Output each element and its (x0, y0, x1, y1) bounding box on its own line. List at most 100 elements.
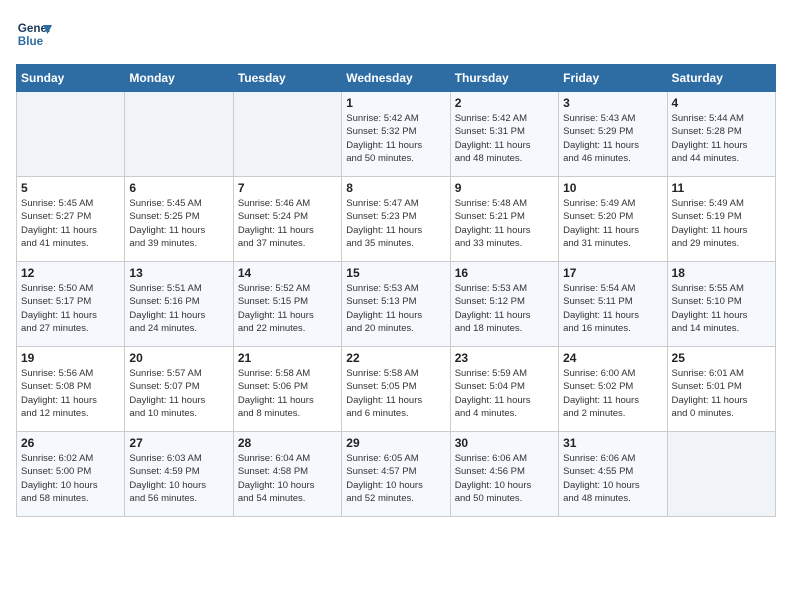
cell-info: Sunrise: 5:54 AMSunset: 5:11 PMDaylight:… (563, 282, 662, 335)
cell-info: Sunrise: 5:53 AMSunset: 5:12 PMDaylight:… (455, 282, 554, 335)
calendar-cell: 26 Sunrise: 6:02 AMSunset: 5:00 PMDayligh… (17, 432, 125, 517)
calendar-cell: 14Sunrise: 5:52 AMSunset: 5:15 PMDayligh… (233, 262, 341, 347)
cell-info: Sunrise: 5:45 AMSunset: 5:27 PMDaylight:… (21, 197, 120, 250)
calendar-cell: 29Sunrise: 6:05 AMSunset: 4:57 PMDayligh… (342, 432, 450, 517)
cell-date: 1 (346, 96, 445, 110)
cell-info: Sunrise: 6:04 AMSunset: 4:58 PMDaylight:… (238, 452, 337, 505)
cell-info: Sunrise: 5:48 AMSunset: 5:21 PMDaylight:… (455, 197, 554, 250)
calendar-cell: 19 Sunrise: 5:56 AMSunset: 5:08 PMDayligh… (17, 347, 125, 432)
cell-info: Sunrise: 6:03 AMSunset: 4:59 PMDaylight:… (129, 452, 228, 505)
calendar-cell: 13Sunrise: 5:51 AMSunset: 5:16 PMDayligh… (125, 262, 233, 347)
cell-date: 7 (238, 181, 337, 195)
cell-info: Sunrise: 6:02 AMSunset: 5:00 PMDaylight:… (21, 452, 120, 505)
cell-info: Sunrise: 5:57 AMSunset: 5:07 PMDaylight:… (129, 367, 228, 420)
cell-info: Sunrise: 5:43 AMSunset: 5:29 PMDaylight:… (563, 112, 662, 165)
calendar-cell: 22 Sunrise: 5:58 AMSunset: 5:05 PMDayligh… (342, 347, 450, 432)
calendar-cell: 24 Sunrise: 6:00 AMSunset: 5:02 PMDayligh… (559, 347, 667, 432)
calendar-cell: 20 Sunrise: 5:57 AMSunset: 5:07 PMDayligh… (125, 347, 233, 432)
cell-date: 10 (563, 181, 662, 195)
logo-icon: General Blue (16, 16, 52, 52)
cell-info: Sunrise: 5:58 AMSunset: 5:06 PMDaylight:… (238, 367, 337, 420)
weekday-header-wednesday: Wednesday (342, 65, 450, 92)
calendar-week-3: 12Sunrise: 5:50 AMSunset: 5:17 PMDayligh… (17, 262, 776, 347)
page-header: General Blue (16, 16, 776, 52)
cell-date: 31 (563, 436, 662, 450)
cell-date: 9 (455, 181, 554, 195)
calendar-cell: 5 Sunrise: 5:45 AMSunset: 5:27 PMDaylight… (17, 177, 125, 262)
cell-info: Sunrise: 5:56 AMSunset: 5:08 PMDaylight:… (21, 367, 120, 420)
cell-date: 24 (563, 351, 662, 365)
cell-date: 18 (672, 266, 771, 280)
cell-date: 12 (21, 266, 120, 280)
calendar-cell: 8 Sunrise: 5:47 AMSunset: 5:23 PMDaylight… (342, 177, 450, 262)
cell-date: 21 (238, 351, 337, 365)
calendar-cell: 12Sunrise: 5:50 AMSunset: 5:17 PMDayligh… (17, 262, 125, 347)
weekday-header-friday: Friday (559, 65, 667, 92)
calendar-week-5: 26 Sunrise: 6:02 AMSunset: 5:00 PMDayligh… (17, 432, 776, 517)
cell-info: Sunrise: 5:58 AMSunset: 5:05 PMDaylight:… (346, 367, 445, 420)
calendar-week-1: 1Sunrise: 5:42 AMSunset: 5:32 PMDaylight… (17, 92, 776, 177)
calendar-cell: 9 Sunrise: 5:48 AMSunset: 5:21 PMDaylight… (450, 177, 558, 262)
calendar-cell: 6 Sunrise: 5:45 AMSunset: 5:25 PMDaylight… (125, 177, 233, 262)
cell-date: 16 (455, 266, 554, 280)
logo: General Blue (16, 16, 52, 52)
calendar-cell (125, 92, 233, 177)
calendar-cell: 7 Sunrise: 5:46 AMSunset: 5:24 PMDaylight… (233, 177, 341, 262)
cell-info: Sunrise: 6:06 AMSunset: 4:55 PMDaylight:… (563, 452, 662, 505)
calendar-cell: 11 Sunrise: 5:49 AMSunset: 5:19 PMDayligh… (667, 177, 775, 262)
weekday-header-thursday: Thursday (450, 65, 558, 92)
cell-info: Sunrise: 5:46 AMSunset: 5:24 PMDaylight:… (238, 197, 337, 250)
cell-date: 19 (21, 351, 120, 365)
cell-date: 8 (346, 181, 445, 195)
calendar-cell: 30Sunrise: 6:06 AMSunset: 4:56 PMDayligh… (450, 432, 558, 517)
cell-date: 2 (455, 96, 554, 110)
calendar-week-4: 19 Sunrise: 5:56 AMSunset: 5:08 PMDayligh… (17, 347, 776, 432)
calendar-cell: 3 Sunrise: 5:43 AMSunset: 5:29 PMDaylight… (559, 92, 667, 177)
cell-date: 11 (672, 181, 771, 195)
cell-info: Sunrise: 5:53 AMSunset: 5:13 PMDaylight:… (346, 282, 445, 335)
cell-date: 15 (346, 266, 445, 280)
cell-date: 28 (238, 436, 337, 450)
calendar-cell: 16 Sunrise: 5:53 AMSunset: 5:12 PMDayligh… (450, 262, 558, 347)
cell-info: Sunrise: 5:59 AMSunset: 5:04 PMDaylight:… (455, 367, 554, 420)
cell-date: 3 (563, 96, 662, 110)
calendar-cell: 28 Sunrise: 6:04 AMSunset: 4:58 PMDayligh… (233, 432, 341, 517)
calendar-cell: 27 Sunrise: 6:03 AMSunset: 4:59 PMDayligh… (125, 432, 233, 517)
calendar-cell: 1Sunrise: 5:42 AMSunset: 5:32 PMDaylight… (342, 92, 450, 177)
cell-info: Sunrise: 5:42 AMSunset: 5:31 PMDaylight:… (455, 112, 554, 165)
weekday-header-monday: Monday (125, 65, 233, 92)
cell-info: Sunrise: 5:51 AMSunset: 5:16 PMDaylight:… (129, 282, 228, 335)
cell-date: 23 (455, 351, 554, 365)
cell-info: Sunrise: 5:44 AMSunset: 5:28 PMDaylight:… (672, 112, 771, 165)
cell-date: 29 (346, 436, 445, 450)
cell-info: Sunrise: 5:49 AMSunset: 5:19 PMDaylight:… (672, 197, 771, 250)
calendar-cell: 25 Sunrise: 6:01 AMSunset: 5:01 PMDayligh… (667, 347, 775, 432)
cell-info: Sunrise: 6:01 AMSunset: 5:01 PMDaylight:… (672, 367, 771, 420)
cell-info: Sunrise: 5:45 AMSunset: 5:25 PMDaylight:… (129, 197, 228, 250)
calendar-cell: 18Sunrise: 5:55 AMSunset: 5:10 PMDayligh… (667, 262, 775, 347)
cell-date: 22 (346, 351, 445, 365)
calendar-cell: 23 Sunrise: 5:59 AMSunset: 5:04 PMDayligh… (450, 347, 558, 432)
cell-date: 25 (672, 351, 771, 365)
cell-date: 30 (455, 436, 554, 450)
cell-date: 20 (129, 351, 228, 365)
calendar-cell (17, 92, 125, 177)
cell-date: 27 (129, 436, 228, 450)
weekday-header-saturday: Saturday (667, 65, 775, 92)
cell-info: Sunrise: 5:47 AMSunset: 5:23 PMDaylight:… (346, 197, 445, 250)
weekday-header-sunday: Sunday (17, 65, 125, 92)
calendar-cell: 31 Sunrise: 6:06 AMSunset: 4:55 PMDayligh… (559, 432, 667, 517)
cell-date: 5 (21, 181, 120, 195)
calendar-week-2: 5 Sunrise: 5:45 AMSunset: 5:27 PMDaylight… (17, 177, 776, 262)
calendar-cell: 15 Sunrise: 5:53 AMSunset: 5:13 PMDayligh… (342, 262, 450, 347)
cell-date: 4 (672, 96, 771, 110)
cell-date: 6 (129, 181, 228, 195)
cell-info: Sunrise: 5:52 AMSunset: 5:15 PMDaylight:… (238, 282, 337, 335)
calendar-cell: 2 Sunrise: 5:42 AMSunset: 5:31 PMDaylight… (450, 92, 558, 177)
calendar-cell: 10Sunrise: 5:49 AMSunset: 5:20 PMDayligh… (559, 177, 667, 262)
weekday-header-tuesday: Tuesday (233, 65, 341, 92)
calendar-cell: 21 Sunrise: 5:58 AMSunset: 5:06 PMDayligh… (233, 347, 341, 432)
cell-date: 26 (21, 436, 120, 450)
calendar-cell: 17Sunrise: 5:54 AMSunset: 5:11 PMDayligh… (559, 262, 667, 347)
cell-info: Sunrise: 6:00 AMSunset: 5:02 PMDaylight:… (563, 367, 662, 420)
